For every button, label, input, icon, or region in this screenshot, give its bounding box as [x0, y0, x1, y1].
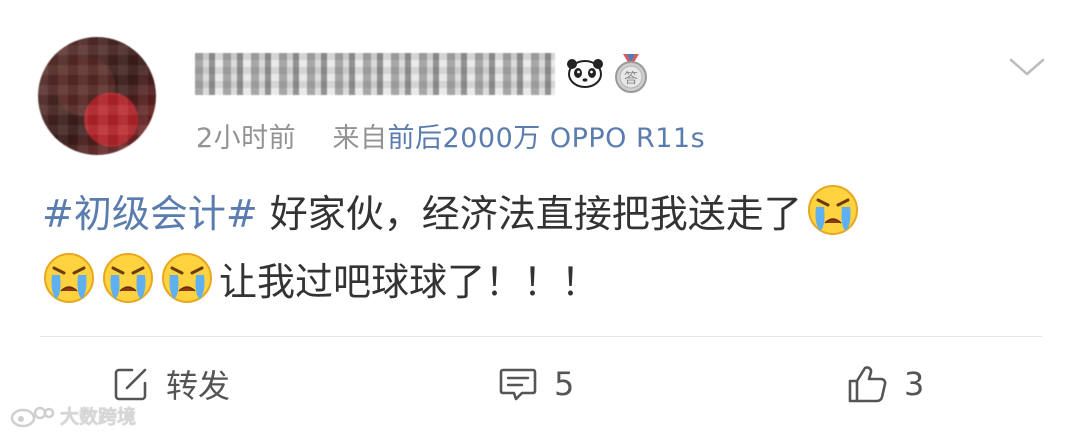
crying-face-icon: [103, 253, 153, 303]
post-time: 2小时前: [196, 123, 297, 154]
post-text-line1: 好家伙，经济法直接把我送走了: [257, 192, 802, 236]
thumbs-up-icon: [848, 366, 887, 403]
post-meta: 2小时前 来自前后2000万 OPPO R11s: [196, 116, 705, 155]
post-source-link[interactable]: 前后2000万 OPPO R11s: [388, 123, 706, 154]
like-button[interactable]: 3: [846, 362, 924, 406]
watermark-text: 大数跨境: [60, 406, 137, 428]
panda-icon: [567, 59, 603, 88]
watermark: 大数跨境: [10, 402, 136, 429]
like-count: 3: [904, 365, 925, 403]
repost-label: 转发: [166, 367, 231, 405]
repost-icon: [114, 368, 147, 401]
medal-icon: 答: [615, 54, 647, 93]
username-mosaic[interactable]: [195, 53, 555, 95]
divider: [40, 336, 1042, 337]
post-text-line2: 让我过吧球球了！！！: [219, 260, 600, 304]
from-label: 来自: [332, 123, 388, 154]
comment-icon: [499, 368, 537, 401]
comment-count: 5: [554, 365, 575, 403]
weibo-logo-icon: [10, 406, 54, 427]
crying-face-icon: [162, 253, 212, 303]
topic-hashtag-link[interactable]: #初级会计#: [42, 192, 258, 236]
crying-face-icon: [807, 185, 858, 235]
repost-button[interactable]: 转发: [112, 362, 230, 406]
crying-face-icon: [44, 253, 94, 303]
avatar[interactable]: [38, 37, 156, 155]
post-content: #初级会计# 好家伙，经济法直接把我送走了 让我过吧球球了！！！: [42, 180, 864, 316]
comment-button[interactable]: 5: [498, 362, 574, 406]
chevron-down-icon[interactable]: [1008, 56, 1046, 78]
svg-text:答: 答: [624, 70, 638, 87]
